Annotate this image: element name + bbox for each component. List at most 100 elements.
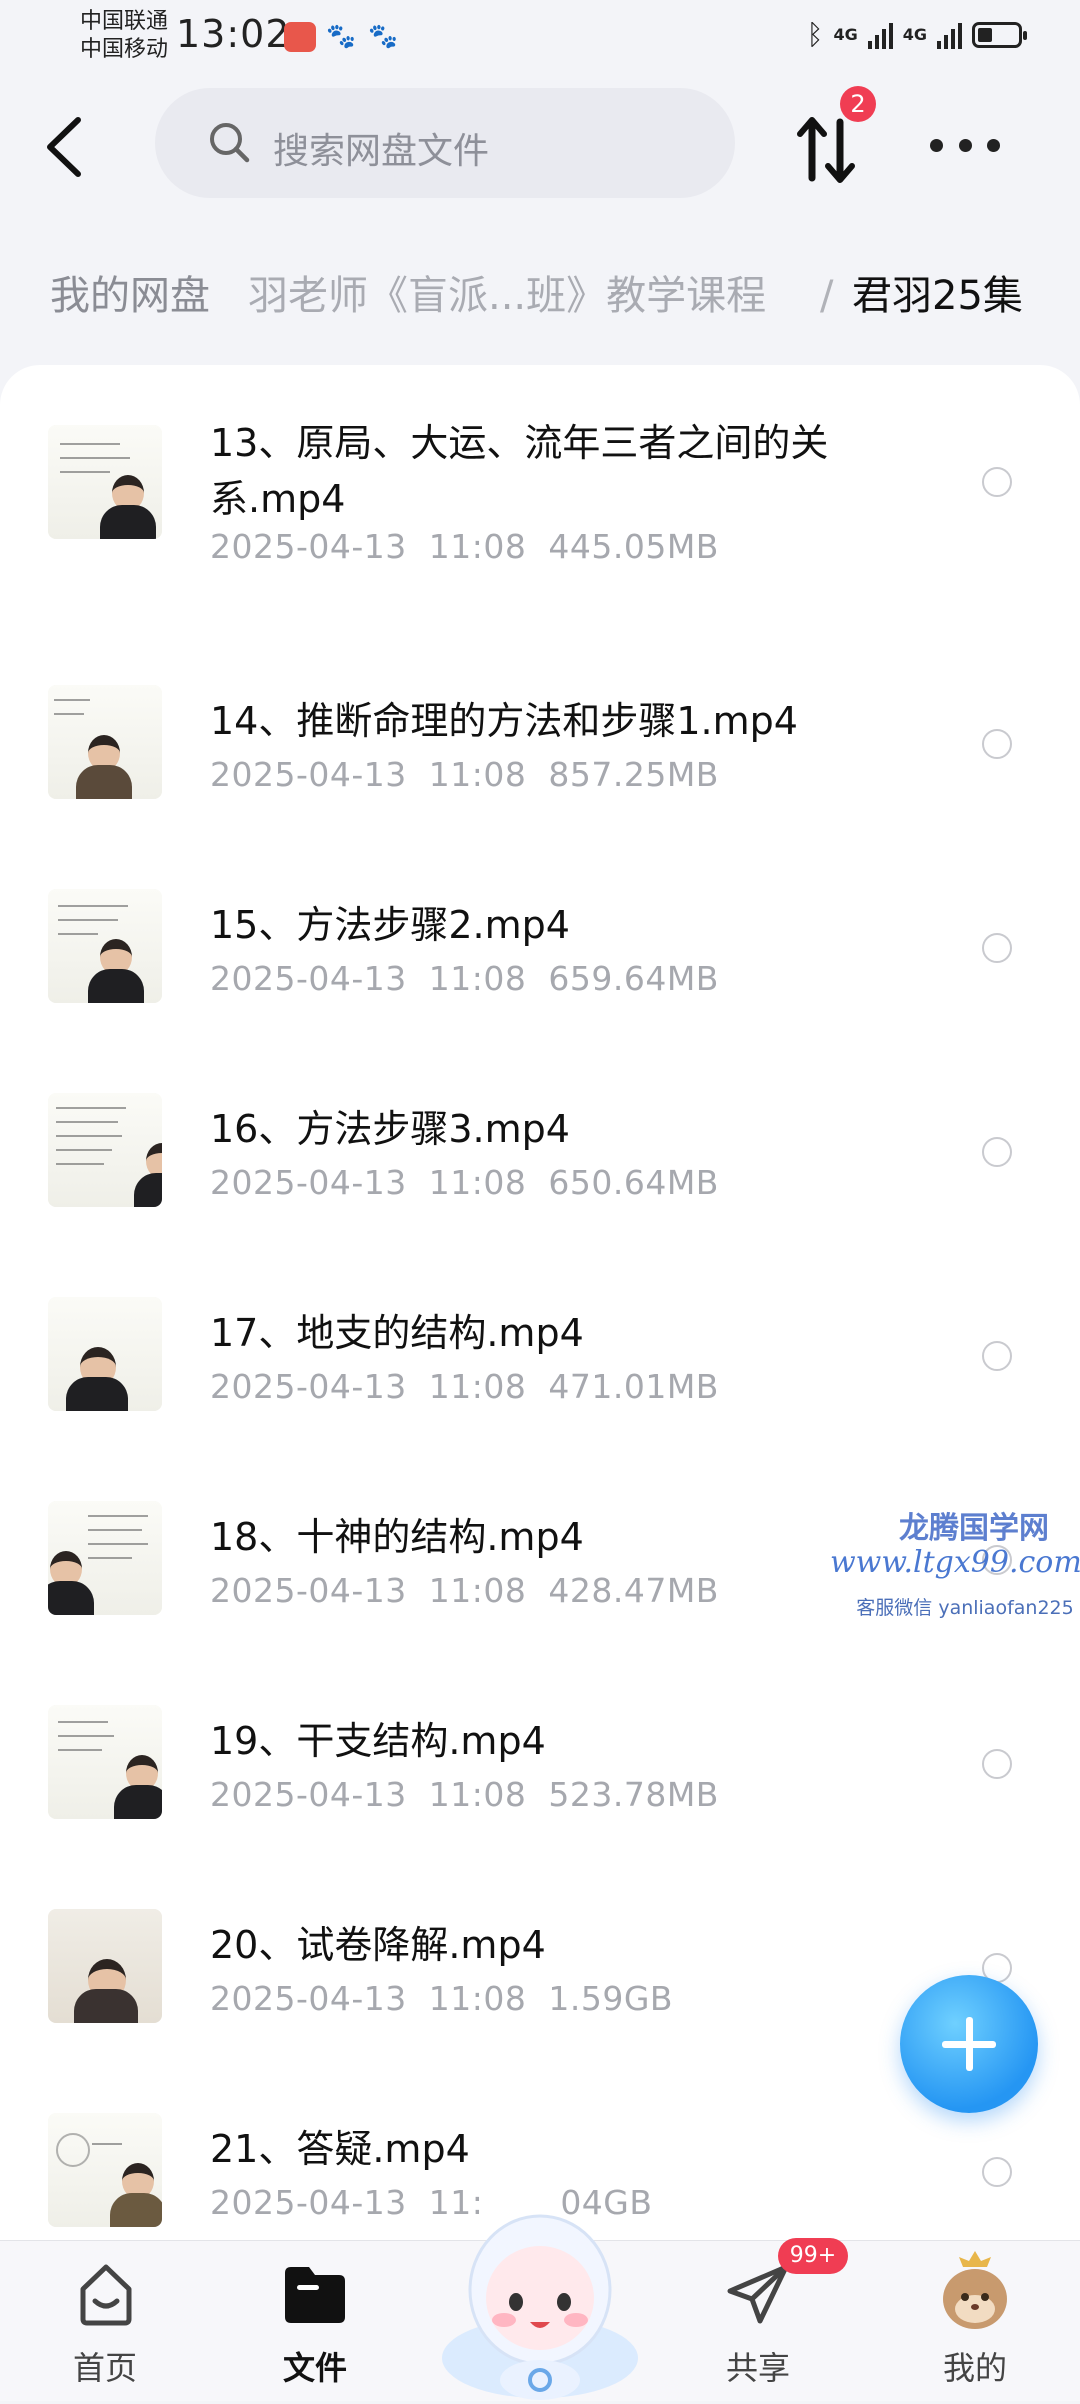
more-dot-icon [930,138,943,152]
add-button[interactable] [900,1975,1038,2113]
select-radio[interactable] [982,933,1012,963]
file-list: 13、原局、大运、流年三者之间的关系.mp4 2025-04-13 11:08 … [0,365,1080,2240]
file-meta: 2025-04-13 11:08 471.01MB [210,1367,719,1406]
file-size: 428.47MB [548,1571,719,1610]
file-meta: 2025-04-13 11:08 650.64MB [210,1163,719,1202]
signal-icon-2 [937,21,962,49]
file-time: 11:08 [428,1775,527,1814]
select-radio[interactable] [982,2157,1012,2187]
file-size: 650.64MB [548,1163,719,1202]
folder-icon [285,2267,345,2323]
more-menu-button[interactable] [930,130,1000,160]
file-name: 16、方法步骤3.mp4 [210,1107,570,1151]
file-name: 19、干支结构.mp4 [210,1719,546,1763]
select-radio[interactable] [982,1137,1012,1167]
file-meta: 2025-04-13 11:08 857.25MB [210,755,719,794]
nav-mine[interactable]: 我的 [875,2241,1075,2401]
file-time: 11:08 [428,1163,527,1202]
more-dot-icon [987,138,1000,152]
file-time: 11:08 [428,527,527,566]
file-time: 11:08 [428,1367,527,1406]
breadcrumb-separator: / [820,273,834,319]
video-thumbnail [48,685,162,799]
avatar-icon [943,2251,1007,2329]
file-row[interactable]: 15、方法步骤2.mp4 2025-04-13 11:08 659.64MB [0,889,1080,1093]
file-date: 2025-04-13 [210,1571,407,1610]
file-size: 659.64MB [548,959,719,998]
select-radio[interactable] [982,467,1012,497]
search-placeholder: 搜索网盘文件 [273,131,490,172]
share-badge: 99+ [778,2238,848,2274]
video-thumbnail [48,889,162,1003]
select-radio[interactable] [982,1749,1012,1779]
carrier-1: 中国联通 [80,9,169,34]
file-name: 20、试卷降解.mp4 [210,1923,546,1967]
file-meta: 2025-04-13 11:08 659.64MB [210,959,719,998]
file-row[interactable]: 13、原局、大运、流年三者之间的关系.mp4 2025-04-13 11:08 … [0,421,1080,629]
home-icon [80,2264,132,2326]
bluetooth-icon: ᛒ [806,18,824,51]
file-date: 2025-04-13 [210,2183,407,2222]
file-date: 2025-04-13 [210,1367,407,1406]
file-meta: 2025-04-13 11:08 1.59GB [210,1979,673,2018]
video-thumbnail [48,1705,162,1819]
more-dot-icon [958,138,972,152]
transfer-button[interactable]: 2 [790,86,876,190]
select-radio[interactable] [982,729,1012,759]
transfer-badge: 2 [840,86,876,122]
network-type-1: 4G [833,25,858,44]
video-thumbnail [48,1909,162,2023]
network-type-2: 4G [902,25,927,44]
file-size: 523.78MB [548,1775,719,1814]
nav-home[interactable]: 首页 [5,2241,205,2401]
file-name: 14、推断命理的方法和步骤1.mp4 [210,699,798,743]
file-row[interactable]: 16、方法步骤3.mp4 2025-04-13 11:08 650.64MB [0,1093,1080,1297]
video-thumbnail [48,2113,162,2227]
carrier-2: 中国移动 [80,37,169,62]
file-row[interactable]: 14、推断命理的方法和步骤1.mp4 2025-04-13 11:08 857.… [0,685,1080,889]
file-date: 2025-04-13 [210,1979,407,2018]
video-thumbnail [48,425,162,539]
mascot-icon [442,2214,638,2400]
file-time: 11:08 [428,1571,527,1610]
file-meta: 2025-04-13 11:08 428.47MB [210,1571,719,1610]
video-thumbnail [48,1093,162,1207]
nav-share-label: 共享 [725,2349,790,2387]
signal-icon-1 [867,21,893,49]
file-name: 13、原局、大运、流年三者之间的关系.mp4 [210,421,829,521]
file-row[interactable]: 19、干支结构.mp4 2025-04-13 11:08 523.78MB [0,1705,1080,1909]
file-meta: 2025-04-13 11:08 523.78MB [210,1775,719,1814]
file-name: 18、十神的结构.mp4 [210,1515,584,1559]
file-size: 471.01MB [548,1367,719,1406]
search-input[interactable]: 搜索网盘文件 [155,88,735,198]
file-date: 2025-04-13 [210,755,407,794]
file-date: 2025-04-13 [210,1775,407,1814]
back-button[interactable] [38,112,98,182]
search-icon [210,123,250,163]
file-time: 11:08 [428,1979,527,2018]
file-time: 11:08 [428,755,527,794]
mascot-assistant-button[interactable] [430,2180,650,2400]
file-size: 445.05MB [548,527,719,566]
breadcrumb: 羽老师《盲派...班》教学课程 我的网盘 / 君羽25集 [0,240,1080,352]
breadcrumb-folder-parent[interactable]: 羽老师《盲派...班》教学课程 [248,240,766,352]
nav-files[interactable]: 文件 [215,2241,415,2401]
video-thumbnail [48,1297,162,1411]
watermark-line-3: 客服微信 yanliaofan225 [856,1597,1074,1619]
status-bar: 中国联通 中国移动 13:02 🐾 🐾 ᛒ 4G 4G [0,0,1080,76]
watermark-line-1: 龙腾国学网 [899,1511,1049,1546]
paw-icon-2: 🐾 [368,22,398,50]
file-date: 2025-04-13 [210,959,407,998]
file-meta: 2025-04-13 11:08 445.05MB [210,527,719,566]
file-size: 1.59GB [548,1979,674,2018]
huawei-app-icon [284,22,316,52]
status-time: 13:02 [176,12,291,56]
breadcrumb-home[interactable]: 我的网盘 [50,240,230,352]
select-radio[interactable] [982,1341,1012,1371]
nav-mine-label: 我的 [942,2349,1007,2387]
nav-home-label: 首页 [72,2349,137,2387]
paper-plane-icon [727,2264,789,2324]
battery-icon [972,21,1027,48]
file-row[interactable]: 17、地支的结构.mp4 2025-04-13 11:08 471.01MB [0,1297,1080,1501]
carrier-labels: 中国联通 中国移动 [80,8,168,64]
